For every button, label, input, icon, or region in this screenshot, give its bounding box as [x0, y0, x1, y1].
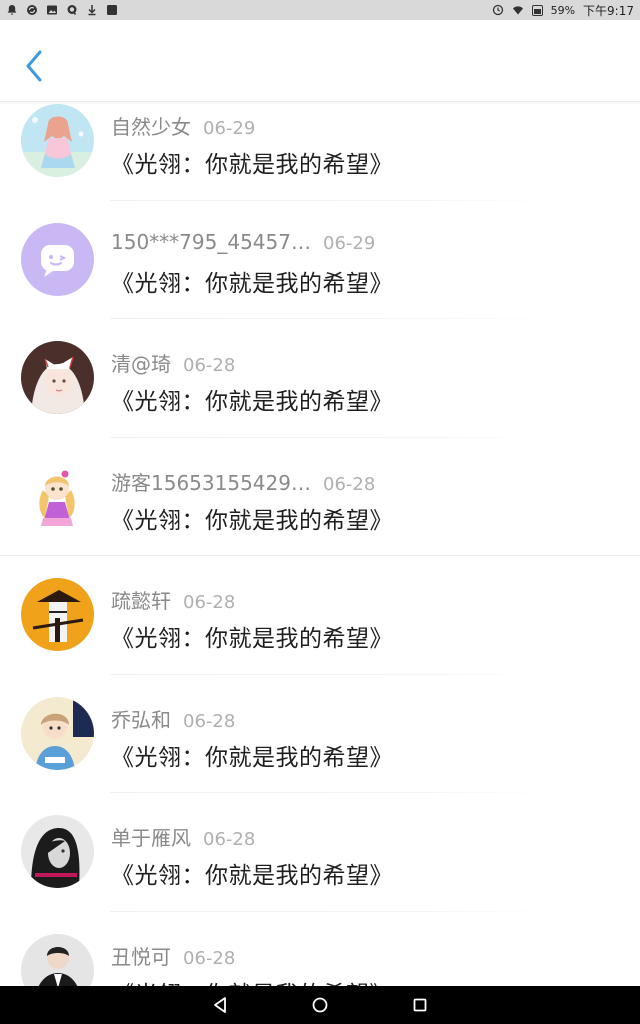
- list-item[interactable]: 自然少女 06-29 《光翎：你就是我的希望》: [0, 102, 640, 201]
- fox-mask-girl-avatar-icon: [21, 341, 94, 414]
- avatar[interactable]: [21, 578, 94, 651]
- avatar[interactable]: [21, 222, 94, 296]
- comment-meta: 疏懿轩 06-28: [111, 585, 235, 614]
- comment-date: 06-29: [323, 232, 376, 254]
- comment-text: 《光翎：你就是我的希望》: [111, 975, 393, 987]
- comment-date: 06-28: [183, 355, 236, 376]
- avatar[interactable]: [21, 341, 94, 414]
- comment-text: 《光翎：你就是我的希望》: [111, 744, 393, 771]
- back-triangle-icon: [211, 996, 229, 1014]
- avatar[interactable]: [21, 459, 94, 533]
- man-suit-avatar-icon: [21, 933, 94, 986]
- list-item[interactable]: 150***795_454578... 06-29 《光翎：你就是我的希望》: [0, 201, 640, 319]
- recents-square-icon: [411, 996, 429, 1014]
- list-item[interactable]: 清@琦 06-28 《光翎：你就是我的希望》: [0, 319, 640, 438]
- comment-text: 《光翎：你就是我的希望》: [111, 507, 393, 534]
- system-navigation-bar: [0, 986, 640, 1024]
- boy-avatar-icon: [21, 696, 94, 770]
- top-app-bar: [0, 20, 640, 102]
- image-icon: [46, 4, 58, 16]
- username[interactable]: 乔弘和: [111, 704, 171, 733]
- comment-meta: 自然少女 06-29: [111, 111, 255, 140]
- comment-date: 06-29: [203, 118, 256, 139]
- monochrome-girl-avatar-icon: [21, 815, 94, 888]
- username[interactable]: 单于雁风: [111, 822, 191, 851]
- comment-date: 06-28: [183, 592, 236, 613]
- comment-meta: 单于雁风 06-28: [111, 822, 255, 851]
- purple-chat-avatar-icon: [21, 222, 94, 296]
- chevron-left-icon: [25, 50, 43, 82]
- sync-icon: [26, 4, 38, 16]
- username[interactable]: 清@琦: [111, 348, 171, 377]
- wifi-icon: [512, 4, 524, 16]
- comment-meta: 清@琦 06-28: [111, 348, 235, 377]
- home-circle-icon: [311, 996, 329, 1014]
- status-left-icons: [6, 4, 118, 16]
- status-right-icons: 59% 下午9:17: [492, 2, 634, 19]
- comment-list[interactable]: 自然少女 06-29 《光翎：你就是我的希望》 150***795_454578…: [0, 102, 640, 986]
- qq-icon: [66, 4, 78, 16]
- clock-alarm-icon: [492, 4, 504, 16]
- app-icon: [106, 4, 118, 16]
- nav-recents-button[interactable]: [370, 986, 470, 1024]
- clock-time: 下午9:17: [583, 3, 634, 18]
- comment-text: 《光翎：你就是我的希望》: [111, 863, 393, 889]
- username[interactable]: 丑悦可: [111, 941, 171, 970]
- anime-girl-avatar-icon: [21, 104, 94, 177]
- cartoon-doll-avatar-icon: [21, 459, 94, 533]
- back-button[interactable]: [20, 48, 48, 84]
- list-item[interactable]: 丑悦可 06-28 《光翎：你就是我的希望》: [0, 912, 640, 987]
- avatar[interactable]: [21, 933, 94, 986]
- username[interactable]: 150***795_454578...: [111, 230, 311, 254]
- comment-date: 06-28: [323, 473, 376, 495]
- avatar[interactable]: [21, 815, 94, 888]
- comment-text: 《光翎：你就是我的希望》: [111, 626, 393, 652]
- comment-date: 06-28: [183, 947, 236, 969]
- comment-meta: 乔弘和 06-28: [111, 704, 235, 733]
- list-item[interactable]: 单于雁风 06-28 《光翎：你就是我的希望》: [0, 793, 640, 912]
- notification-bell-icon: [6, 4, 18, 16]
- comment-date: 06-28: [203, 829, 256, 850]
- comment-text: 《光翎：你就是我的希望》: [111, 389, 393, 415]
- nav-back-button[interactable]: [170, 986, 270, 1024]
- swordsman-avatar-icon: [21, 578, 94, 651]
- avatar[interactable]: [21, 696, 94, 770]
- comment-text: 《光翎：你就是我的希望》: [111, 270, 393, 297]
- username[interactable]: 疏懿轩: [111, 585, 171, 614]
- comment-meta: 丑悦可 06-28: [111, 941, 235, 970]
- download-icon: [86, 4, 98, 16]
- comment-list-content: 自然少女 06-29 《光翎：你就是我的希望》 150***795_454578…: [0, 102, 640, 986]
- list-item[interactable]: 乔弘和 06-28 《光翎：你就是我的希望》: [0, 675, 640, 793]
- battery-icon: [531, 4, 543, 16]
- comment-date: 06-28: [183, 710, 236, 732]
- username[interactable]: 游客156531554291..: [111, 467, 311, 496]
- list-item[interactable]: 游客156531554291.. 06-28 《光翎：你就是我的希望》: [0, 438, 640, 556]
- username[interactable]: 自然少女: [111, 111, 191, 140]
- list-item[interactable]: 疏懿轩 06-28 《光翎：你就是我的希望》: [0, 556, 640, 675]
- nav-home-button[interactable]: [270, 986, 370, 1024]
- comment-meta: 游客156531554291.. 06-28: [111, 467, 375, 496]
- comment-meta: 150***795_454578... 06-29: [111, 230, 375, 254]
- comment-text: 《光翎：你就是我的希望》: [111, 152, 393, 178]
- status-bar: 59% 下午9:17: [0, 0, 640, 20]
- battery-percent: 59%: [550, 3, 576, 17]
- avatar[interactable]: [21, 104, 94, 177]
